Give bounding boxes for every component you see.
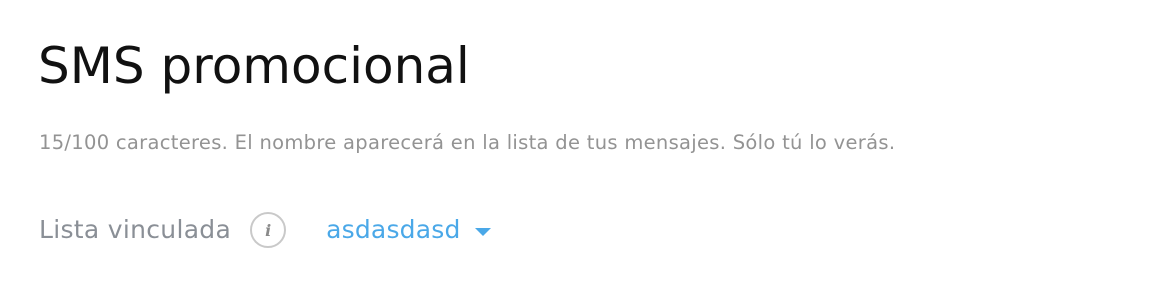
linked-list-label: Lista vinculada <box>39 215 232 244</box>
name-hint-text: 15/100 caracteres. El nombre aparecerá e… <box>39 131 896 154</box>
linked-list-dropdown[interactable]: asdasdasd <box>326 208 491 252</box>
page-title[interactable]: SMS promocional <box>38 34 470 98</box>
linked-list-selected-value[interactable]: asdasdasd <box>326 208 460 252</box>
info-icon[interactable]: i <box>250 212 287 248</box>
linked-list-row: Lista vinculada i asdasdasd <box>39 208 491 252</box>
chevron-down-icon[interactable] <box>474 228 491 236</box>
